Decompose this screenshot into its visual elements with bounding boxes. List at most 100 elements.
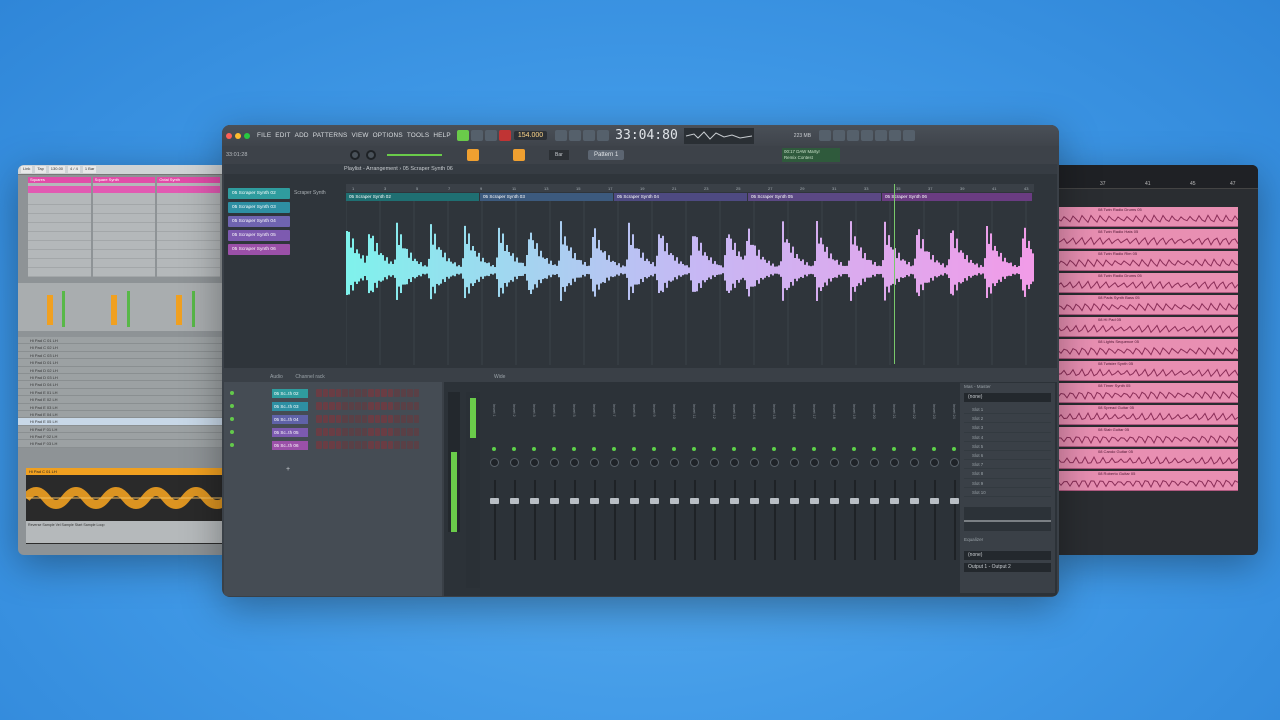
step-button[interactable] <box>361 402 367 410</box>
step-button[interactable] <box>381 389 387 397</box>
mixer-insert-strip[interactable]: Insert 16 <box>788 392 802 588</box>
step-button[interactable] <box>381 415 387 423</box>
step-button[interactable] <box>394 415 400 423</box>
insert-enable-led[interactable] <box>532 447 536 451</box>
effect-slot[interactable]: Slot 3 <box>964 423 1051 433</box>
snap-magnet-icon[interactable] <box>513 149 525 161</box>
step-button[interactable] <box>368 428 374 436</box>
step-button[interactable] <box>329 415 335 423</box>
volume-fader[interactable] <box>770 498 779 504</box>
insert-enable-led[interactable] <box>572 447 576 451</box>
list-item[interactable]: Hi Pad D 03 LH <box>18 374 230 382</box>
step-button[interactable] <box>381 402 387 410</box>
step-button[interactable] <box>368 402 374 410</box>
list-item[interactable]: Hi Pad C 03 LH <box>18 352 230 360</box>
step-button[interactable] <box>394 428 400 436</box>
insert-enable-led[interactable] <box>652 447 656 451</box>
minimize-window-icon[interactable] <box>235 132 241 139</box>
step-button[interactable] <box>335 441 341 449</box>
channel-button[interactable]: 05 Sc..th 03 <box>272 401 308 411</box>
clip-header[interactable]: 05 Scraper Synth 02 <box>346 193 479 201</box>
volume-fader[interactable] <box>610 498 619 504</box>
mixer-insert-strip[interactable]: Insert 13 <box>728 392 742 588</box>
step-button[interactable] <box>413 415 419 423</box>
volume-fader[interactable] <box>510 498 519 504</box>
timeline-ruler[interactable]: 1 3 5 7 9 11 13 15 17 19 21 23 25 27 29 31 33 35 37 39 41 43 <box>346 184 1034 192</box>
volume-fader[interactable] <box>750 498 759 504</box>
menu-help[interactable]: HELP <box>433 132 451 139</box>
track-lane[interactable]: 08 Hi Pad 05 <box>1058 317 1238 337</box>
maximize-window-icon[interactable] <box>244 132 250 139</box>
mixer-insert-strip[interactable]: Insert 6 <box>588 392 602 588</box>
step-button[interactable] <box>394 402 400 410</box>
pan-knob[interactable] <box>750 458 759 467</box>
step-button[interactable] <box>348 415 354 423</box>
tempo-display[interactable]: 154.000 <box>513 131 548 140</box>
channel-row[interactable]: 05 Sc..th 04 <box>230 414 419 424</box>
step-button[interactable] <box>400 415 406 423</box>
step-button[interactable] <box>316 389 322 397</box>
step-button[interactable] <box>348 428 354 436</box>
pan-knob[interactable] <box>810 458 819 467</box>
track-lane[interactable]: 08 Pads Synth Bass 05 <box>1058 295 1238 315</box>
effect-slot[interactable]: Slot 6 <box>964 451 1051 461</box>
pan-knob[interactable] <box>710 458 719 467</box>
mixer-insert-strip[interactable]: Insert 5 <box>568 392 582 588</box>
menu-tools[interactable]: TOOLS <box>407 132 430 139</box>
clip-header[interactable]: 05 Scraper Synth 05 <box>748 193 881 201</box>
volume-fader[interactable] <box>530 498 539 504</box>
pan-knob[interactable] <box>510 458 519 467</box>
volume-fader[interactable] <box>710 498 719 504</box>
pan-knob[interactable] <box>890 458 899 467</box>
clip-slot-filled[interactable] <box>157 186 221 193</box>
effect-slot[interactable]: Slot 1 <box>964 405 1051 415</box>
insert-enable-led[interactable] <box>852 447 856 451</box>
insert-enable-led[interactable] <box>892 447 896 451</box>
mixer-mode[interactable]: Wide <box>494 374 505 380</box>
effect-slot[interactable]: Slot 5 <box>964 442 1051 451</box>
step-button[interactable] <box>329 402 335 410</box>
list-item[interactable]: Hi Pad F 01 LH <box>18 426 230 434</box>
channel-row[interactable]: 05 Sc..th 05 <box>230 427 419 437</box>
effect-slot[interactable]: Slot 2 <box>964 414 1051 424</box>
power-icon[interactable] <box>819 130 832 141</box>
pattern-item[interactable]: 05 Scraper Synth 02 <box>228 188 290 199</box>
step-button[interactable] <box>348 389 354 397</box>
channel-mute-led[interactable] <box>230 391 234 395</box>
step-button[interactable] <box>348 441 354 449</box>
pan-knob[interactable] <box>850 458 859 467</box>
volume-fader[interactable] <box>790 498 799 504</box>
menu-patterns[interactable]: PATTERNS <box>313 132 348 139</box>
metronome-icon[interactable] <box>555 130 568 141</box>
mixer-insert-strip[interactable]: Insert 22 <box>908 392 922 588</box>
insert-enable-led[interactable] <box>692 447 696 451</box>
effect-slot[interactable]: Slot 8 <box>964 469 1051 479</box>
playhead[interactable] <box>894 184 895 364</box>
step-button[interactable] <box>342 402 348 410</box>
mixer-insert-strip[interactable]: Insert 23 <box>928 392 942 588</box>
step-button[interactable] <box>342 428 348 436</box>
add-channel-button[interactable]: + <box>286 466 290 473</box>
step-button[interactable] <box>394 441 400 449</box>
channel-filter[interactable]: Audio <box>270 374 283 380</box>
channel-mute-led[interactable] <box>230 417 234 421</box>
track-name[interactable]: Scraper Synth <box>294 190 326 196</box>
step-button[interactable] <box>329 389 335 397</box>
step-button[interactable] <box>374 402 380 410</box>
channel-row[interactable]: 05 Sc..th 02 <box>230 388 419 398</box>
help-icon[interactable] <box>875 130 888 141</box>
pan-knob[interactable] <box>670 458 679 467</box>
output-select[interactable]: Output 1 - Output 2 <box>964 562 1051 572</box>
effect-slot[interactable]: Slot 4 <box>964 433 1051 442</box>
list-item[interactable]: Hi Pad C 01 LH <box>18 337 230 345</box>
list-item[interactable]: Hi Pad E 01 LH <box>18 389 230 397</box>
insert-preset-select[interactable]: (none) <box>964 393 1051 402</box>
volume-fader[interactable] <box>650 498 659 504</box>
step-button[interactable] <box>381 428 387 436</box>
track-lane[interactable]: 08 Spread Guitar 05 <box>1058 405 1238 425</box>
step-button[interactable] <box>322 402 328 410</box>
track-lane[interactable]: 08 Twin Radio Drums 05 <box>1058 273 1238 293</box>
step-button[interactable] <box>407 415 413 423</box>
step-button[interactable] <box>329 441 335 449</box>
step-button[interactable] <box>316 441 322 449</box>
